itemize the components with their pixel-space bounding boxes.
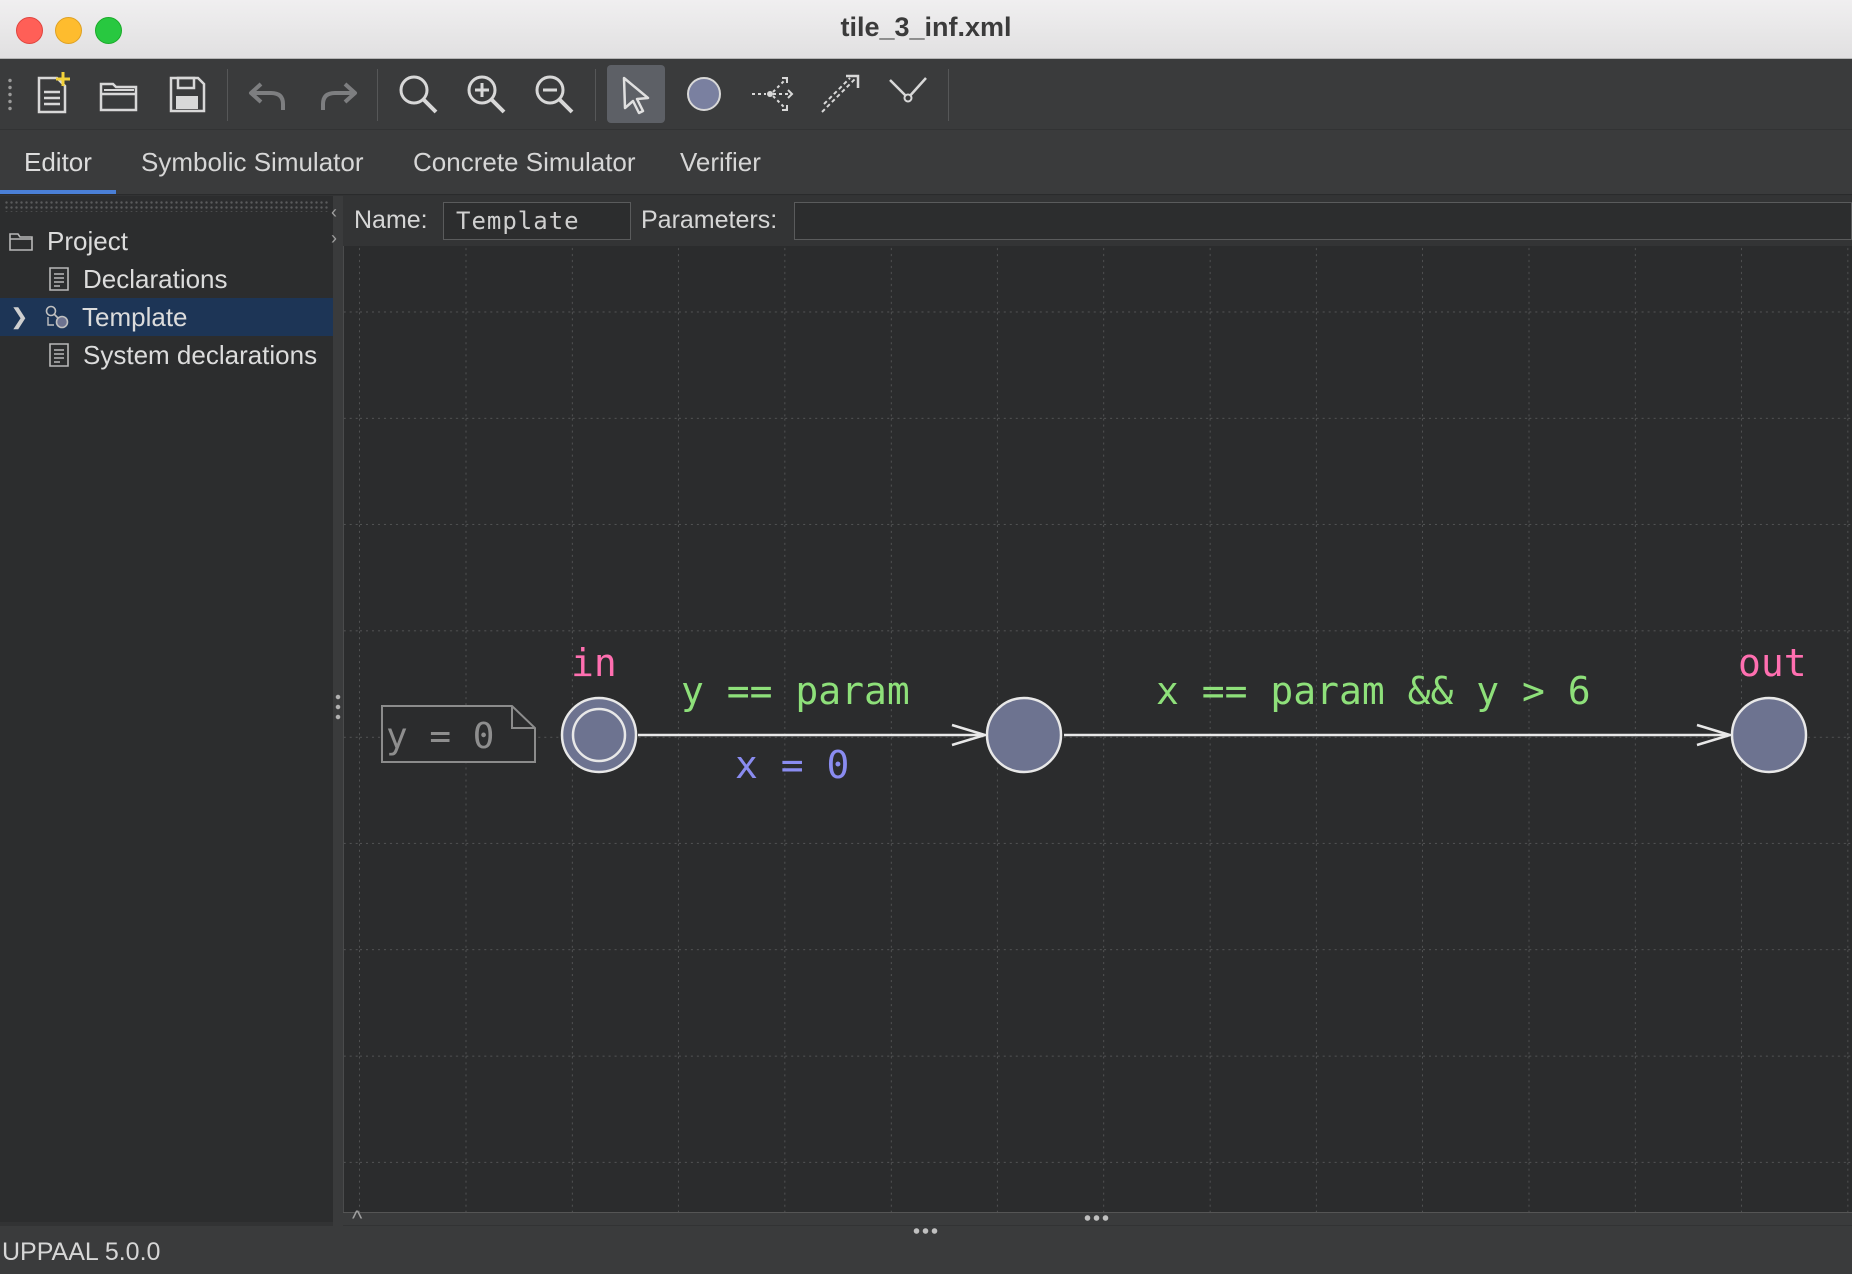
note-text: y = 0 [386, 716, 494, 757]
update-label[interactable]: x = 0 [735, 743, 849, 787]
tab-editor[interactable]: Editor [0, 130, 116, 194]
add-nail-button[interactable] [879, 65, 937, 123]
redo-icon [321, 82, 357, 110]
location-in-initial[interactable] [560, 696, 638, 774]
title-bar: tile_3_inf.xml [0, 0, 1852, 59]
new-document-button[interactable] [22, 65, 80, 123]
tab-symbolic-simulator[interactable]: Symbolic Simulator [117, 130, 388, 194]
status-bar: UPPAAL 5.0.0 [0, 1226, 1852, 1274]
main-tabs: Editor Symbolic Simulator Concrete Simul… [0, 130, 1852, 195]
tab-verifier[interactable]: Verifier [656, 130, 785, 194]
tree-item-template[interactable]: ❯ Template [0, 298, 333, 336]
version-label: UPPAAL 5.0.0 [2, 1238, 161, 1266]
tree-item-label: Project [47, 226, 128, 256]
add-location-button[interactable] [675, 65, 733, 123]
nail-icon [889, 77, 927, 103]
select-tool-button[interactable] [607, 65, 665, 123]
guard-label[interactable]: y == param [681, 669, 910, 713]
redo-button[interactable] [308, 65, 366, 123]
parameters-input[interactable] [794, 202, 1852, 240]
parameters-label: Parameters: [641, 206, 778, 234]
open-button[interactable] [90, 65, 148, 123]
zoom-in-icon [467, 75, 506, 114]
toolbar [0, 59, 1852, 129]
document-icon [49, 267, 69, 291]
guard-label[interactable]: x == param && y > 6 [1156, 669, 1591, 713]
edge-arrow-icon [821, 74, 860, 113]
toolbar-separator [948, 69, 949, 121]
pane-grip[interactable] [4, 200, 330, 212]
collapse-left-arrow-icon[interactable]: ‹ [331, 202, 337, 223]
tree-item-project[interactable]: Project [0, 222, 333, 260]
location-circle-icon [687, 77, 721, 111]
location-middle[interactable] [985, 696, 1063, 774]
tree-item-label: System declarations [83, 340, 318, 370]
folder-open-icon [99, 82, 138, 112]
bottom-pane-grip[interactable] [912, 1228, 940, 1234]
zoom-in-button[interactable] [457, 65, 515, 123]
pointer-arrow-icon [622, 76, 650, 115]
zoom-out-button[interactable] [525, 65, 583, 123]
tree-item-system-declarations[interactable]: System declarations [0, 336, 333, 374]
new-document-icon [37, 72, 70, 114]
project-tree: Project Declarations ❯ Template System d… [0, 196, 333, 1222]
add-edge-button[interactable] [811, 65, 869, 123]
name-label: Name: [354, 206, 428, 234]
automaton-canvas[interactable]: y = 0 y == param x = 0 x == param && y >… [343, 246, 1852, 1212]
app-window: tile_3_inf.xml Editor Symbolic Simulator… [0, 0, 1852, 1274]
location-name-label[interactable]: in [571, 641, 617, 685]
template-header: Name: Template Parameters: [343, 196, 1852, 246]
magnifier-icon [399, 75, 438, 114]
template-icon [45, 305, 69, 329]
template-name-input[interactable]: Template [443, 202, 631, 240]
canvas-resize-grip[interactable] [1083, 1215, 1111, 1221]
location-name-label[interactable]: out [1738, 641, 1807, 685]
toolbar-separator [595, 69, 596, 121]
expand-right-arrow-icon[interactable]: › [331, 228, 337, 249]
tree-item-label: Template [82, 302, 188, 332]
automaton-drawing[interactable]: y = 0 y == param x = 0 x == param && y >… [344, 246, 1852, 1212]
tree-item-label: Declarations [83, 264, 228, 294]
undo-button[interactable] [240, 65, 298, 123]
floppy-icon [169, 76, 206, 113]
folder-icon [9, 233, 33, 251]
tab-concrete-simulator[interactable]: Concrete Simulator [389, 130, 660, 194]
save-button[interactable] [158, 65, 216, 123]
toolbar-separator [227, 69, 228, 121]
window-title: tile_3_inf.xml [840, 12, 1012, 42]
document-icon [49, 343, 69, 367]
chevron-right-icon[interactable]: ❯ [10, 298, 28, 336]
tree-item-declarations[interactable]: Declarations [0, 260, 333, 298]
comment-note[interactable]: y = 0 [381, 705, 536, 763]
add-branchpoint-button[interactable] [743, 65, 801, 123]
zoom-out-icon [535, 75, 574, 114]
toolbar-separator [377, 69, 378, 121]
splitter-grip[interactable] [335, 692, 341, 724]
location-out[interactable] [1730, 696, 1808, 774]
branchpoint-icon [752, 77, 794, 111]
undo-icon [249, 82, 285, 110]
zoom-to-fit-button[interactable] [389, 65, 447, 123]
toolbar-grip[interactable] [8, 77, 12, 111]
